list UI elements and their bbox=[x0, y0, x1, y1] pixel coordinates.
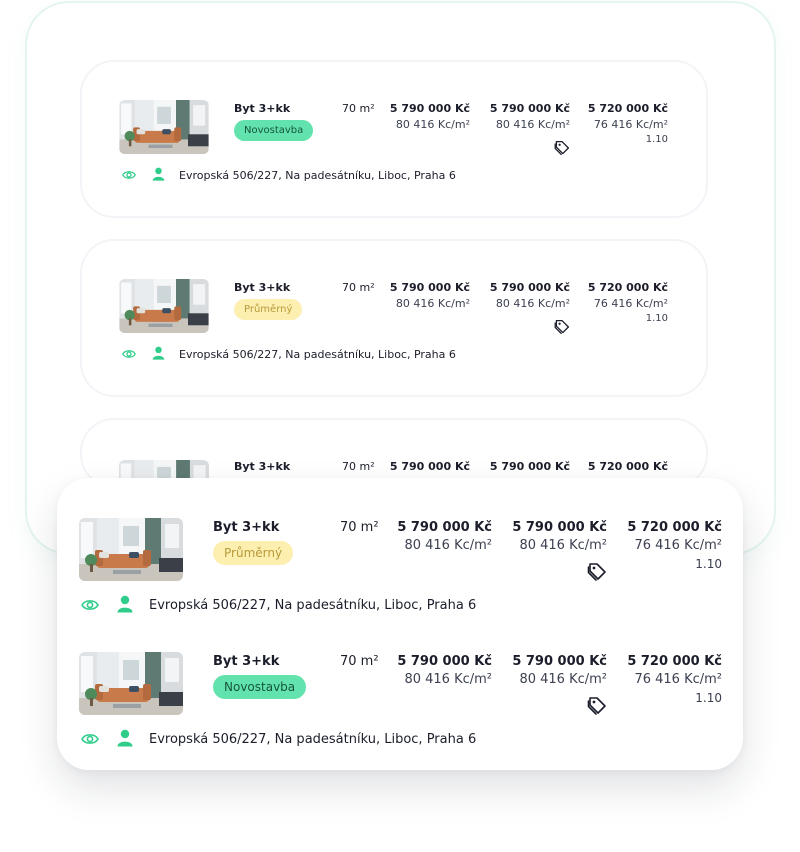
price: 5 790 000 Kč bbox=[397, 520, 492, 535]
listing-title: Byt 3+kk bbox=[234, 460, 291, 473]
price-tag-icon[interactable] bbox=[554, 140, 570, 156]
listing-address: Evropská 506/227, Na padesátníku, Liboc,… bbox=[149, 732, 477, 747]
listing-photo[interactable] bbox=[119, 100, 209, 154]
price-per-m2: 76 416 Kc/m² bbox=[634, 672, 722, 687]
listing-address: Evropská 506/227, Na padesátníku, Liboc,… bbox=[149, 598, 477, 613]
eye-icon[interactable] bbox=[81, 598, 99, 612]
listing-photo[interactable] bbox=[79, 652, 183, 715]
listing-area: 70 m² bbox=[342, 102, 375, 115]
listing-area: 70 m² bbox=[342, 281, 375, 294]
price-column-1: 5 790 000 Kč bbox=[390, 460, 470, 473]
listing-address: Evropská 506/227, Na padesátníku, Liboc,… bbox=[179, 348, 456, 361]
price: 5 720 000 Kč bbox=[587, 460, 668, 473]
price: 5 720 000 Kč bbox=[587, 281, 668, 294]
highlighted-listing[interactable]: Byt 3+kk Průměrný 70 m² 5 790 000 Kč 80 … bbox=[57, 478, 743, 613]
price: 5 790 000 Kč bbox=[512, 520, 607, 535]
price-column-2: 5 790 000 Kč 80 416 Kc/m² bbox=[512, 520, 607, 553]
price-column-1: 5 790 000 Kč 80 416 Kc/m² bbox=[390, 102, 470, 131]
price-column-1: 5 790 000 Kč 80 416 Kc/m² bbox=[397, 654, 492, 687]
price: 5 790 000 Kč bbox=[397, 654, 492, 669]
listing-area: 70 m² bbox=[340, 520, 379, 535]
price-column-3: 5 720 000 Kč 76 416 Kc/m² 1.10 bbox=[588, 102, 668, 145]
price-per-m2: 80 416 Kc/m² bbox=[404, 538, 492, 553]
price: 5 790 000 Kč bbox=[512, 654, 607, 669]
listing-area: 70 m² bbox=[340, 654, 379, 669]
person-icon[interactable] bbox=[117, 729, 133, 747]
highlighted-listings: Byt 3+kk Průměrný 70 m² 5 790 000 Kč 80 … bbox=[57, 478, 743, 770]
listing-card[interactable]: Byt 3+kk Průměrný 70 m² 5 790 000 Kč 80 … bbox=[80, 239, 708, 397]
price-column-2: 5 790 000 Kč bbox=[490, 460, 570, 473]
listing-photo[interactable] bbox=[119, 279, 209, 333]
status-badge: Novostavba bbox=[234, 120, 314, 141]
price-ratio: 1.10 bbox=[695, 557, 722, 571]
price-column-3: 5 720 000 Kč 76 416 Kc/m² 1.10 bbox=[627, 520, 722, 571]
status-badge: Průměrný bbox=[234, 299, 303, 320]
eye-icon[interactable] bbox=[122, 348, 136, 360]
price-per-m2: 80 416 Kc/m² bbox=[519, 672, 607, 687]
person-icon[interactable] bbox=[152, 346, 165, 360]
price-ratio: 1.10 bbox=[645, 313, 668, 324]
person-icon[interactable] bbox=[117, 595, 133, 613]
eye-icon[interactable] bbox=[81, 732, 99, 746]
price-per-m2: 76 416 Kc/m² bbox=[634, 538, 722, 553]
price-per-m2: 80 416 Kc/m² bbox=[519, 538, 607, 553]
price-tag-icon[interactable] bbox=[587, 562, 607, 582]
listing-card[interactable]: Byt 3+kk Novostavba 70 m² 5 790 000 Kč 8… bbox=[80, 60, 708, 218]
price-per-m2: 80 416 Kc/m² bbox=[395, 118, 470, 131]
price: 5 790 000 Kč bbox=[389, 281, 470, 294]
eye-icon[interactable] bbox=[122, 169, 136, 181]
listing-title: Byt 3+kk bbox=[213, 520, 280, 535]
price-column-3: 5 720 000 Kč 76 416 Kc/m² 1.10 bbox=[627, 654, 722, 705]
price-column-2: 5 790 000 Kč 80 416 Kc/m² bbox=[512, 654, 607, 687]
price-tag-icon[interactable] bbox=[587, 696, 607, 716]
price-column-2: 5 790 000 Kč 80 416 Kc/m² bbox=[490, 102, 570, 131]
price-ratio: 1.10 bbox=[645, 134, 668, 145]
price-per-m2: 80 416 Kc/m² bbox=[495, 118, 570, 131]
listing-title: Byt 3+kk bbox=[234, 281, 291, 294]
price: 5 720 000 Kč bbox=[587, 102, 668, 115]
price: 5 720 000 Kč bbox=[627, 520, 722, 535]
price-column-3: 5 720 000 Kč 76 416 Kc/m² 1.10 bbox=[588, 281, 668, 324]
price-tag-icon[interactable] bbox=[554, 319, 570, 335]
highlighted-listing[interactable]: Byt 3+kk Novostavba 70 m² 5 790 000 Kč 8… bbox=[57, 612, 743, 747]
person-icon[interactable] bbox=[152, 167, 165, 181]
price: 5 790 000 Kč bbox=[489, 460, 570, 473]
price-per-m2: 80 416 Kc/m² bbox=[395, 297, 470, 310]
price-per-m2: 80 416 Kc/m² bbox=[495, 297, 570, 310]
listing-photo[interactable] bbox=[79, 518, 183, 581]
price-column-3: 5 720 000 Kč bbox=[588, 460, 668, 473]
status-badge: Průměrný bbox=[213, 541, 294, 565]
price: 5 720 000 Kč bbox=[627, 654, 722, 669]
price: 5 790 000 Kč bbox=[489, 281, 570, 294]
price-column-1: 5 790 000 Kč 80 416 Kc/m² bbox=[390, 281, 470, 310]
price-column-2: 5 790 000 Kč 80 416 Kc/m² bbox=[490, 281, 570, 310]
price-per-m2: 76 416 Kc/m² bbox=[593, 297, 668, 310]
listing-area: 70 m² bbox=[342, 460, 375, 473]
price: 5 790 000 Kč bbox=[389, 102, 470, 115]
listing-title: Byt 3+kk bbox=[213, 654, 280, 669]
listing-address: Evropská 506/227, Na padesátníku, Liboc,… bbox=[179, 169, 456, 182]
price-ratio: 1.10 bbox=[695, 691, 722, 705]
price-per-m2: 76 416 Kc/m² bbox=[593, 118, 668, 131]
price: 5 790 000 Kč bbox=[389, 460, 470, 473]
price-column-1: 5 790 000 Kč 80 416 Kc/m² bbox=[397, 520, 492, 553]
status-badge: Novostavba bbox=[213, 675, 307, 699]
price-per-m2: 80 416 Kc/m² bbox=[404, 672, 492, 687]
listing-title: Byt 3+kk bbox=[234, 102, 291, 115]
price: 5 790 000 Kč bbox=[489, 102, 570, 115]
